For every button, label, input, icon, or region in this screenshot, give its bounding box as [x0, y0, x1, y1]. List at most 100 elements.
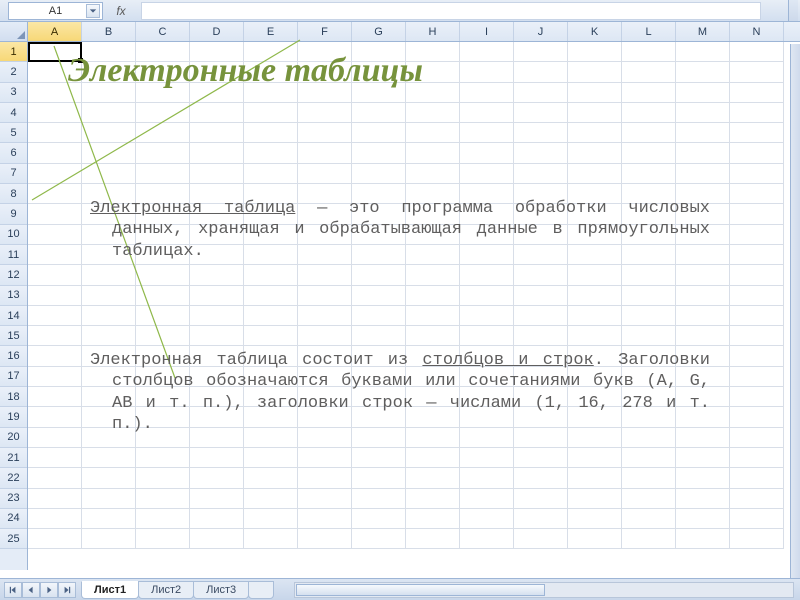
cell[interactable]: [730, 286, 784, 306]
cell[interactable]: [406, 164, 460, 184]
cell[interactable]: [28, 346, 82, 366]
cell[interactable]: [730, 489, 784, 509]
cell[interactable]: [244, 265, 298, 285]
cell[interactable]: [136, 468, 190, 488]
cell[interactable]: [514, 123, 568, 143]
cell[interactable]: [352, 468, 406, 488]
cell[interactable]: [82, 123, 136, 143]
cell[interactable]: [190, 143, 244, 163]
cell[interactable]: [28, 143, 82, 163]
cell[interactable]: [244, 286, 298, 306]
cell[interactable]: [676, 143, 730, 163]
cell[interactable]: [568, 306, 622, 326]
cell[interactable]: [298, 143, 352, 163]
cell[interactable]: [460, 123, 514, 143]
cell[interactable]: [82, 286, 136, 306]
row-header-10[interactable]: 10: [0, 225, 27, 245]
cell[interactable]: [298, 509, 352, 529]
cell[interactable]: [460, 103, 514, 123]
cell[interactable]: [676, 489, 730, 509]
row-header-19[interactable]: 19: [0, 407, 27, 427]
formula-input[interactable]: [141, 2, 761, 20]
cell[interactable]: [568, 123, 622, 143]
cell[interactable]: [568, 265, 622, 285]
sheet-tab[interactable]: Лист3: [193, 581, 249, 599]
cell[interactable]: [730, 83, 784, 103]
cell[interactable]: [136, 326, 190, 346]
cell[interactable]: [190, 265, 244, 285]
cell[interactable]: [406, 123, 460, 143]
cell[interactable]: [730, 245, 784, 265]
sheet-nav-first[interactable]: [4, 582, 22, 598]
cell[interactable]: [730, 143, 784, 163]
cell[interactable]: [622, 42, 676, 62]
cell[interactable]: [622, 265, 676, 285]
row-header-17[interactable]: 17: [0, 367, 27, 387]
column-header-C[interactable]: C: [136, 22, 190, 41]
cell[interactable]: [460, 164, 514, 184]
sheet-nav-prev[interactable]: [22, 582, 40, 598]
cell[interactable]: [460, 42, 514, 62]
cell[interactable]: [298, 448, 352, 468]
column-header-F[interactable]: F: [298, 22, 352, 41]
row-header-14[interactable]: 14: [0, 306, 27, 326]
cell[interactable]: [730, 428, 784, 448]
name-box[interactable]: A1: [8, 2, 103, 20]
cell[interactable]: [244, 123, 298, 143]
cell[interactable]: [406, 529, 460, 549]
cell[interactable]: [514, 448, 568, 468]
cell[interactable]: [406, 265, 460, 285]
cell[interactable]: [460, 62, 514, 82]
cell[interactable]: [244, 306, 298, 326]
cell[interactable]: [82, 164, 136, 184]
cell[interactable]: [730, 62, 784, 82]
cell[interactable]: [298, 123, 352, 143]
cell[interactable]: [514, 306, 568, 326]
cell[interactable]: [460, 326, 514, 346]
cell[interactable]: [298, 326, 352, 346]
cell[interactable]: [298, 286, 352, 306]
cell[interactable]: [730, 529, 784, 549]
column-header-J[interactable]: J: [514, 22, 568, 41]
cell[interactable]: [190, 306, 244, 326]
cell[interactable]: [622, 143, 676, 163]
cell[interactable]: [136, 306, 190, 326]
cell[interactable]: [298, 529, 352, 549]
cell[interactable]: [676, 103, 730, 123]
row-header-24[interactable]: 24: [0, 509, 27, 529]
cell[interactable]: [82, 489, 136, 509]
cell[interactable]: [676, 42, 730, 62]
cell[interactable]: [28, 448, 82, 468]
cell[interactable]: [352, 265, 406, 285]
cell[interactable]: [352, 529, 406, 549]
cell[interactable]: [730, 346, 784, 366]
cell[interactable]: [622, 489, 676, 509]
row-header-8[interactable]: 8: [0, 184, 27, 204]
cell[interactable]: [82, 468, 136, 488]
cell[interactable]: [244, 489, 298, 509]
cell[interactable]: [82, 326, 136, 346]
cell[interactable]: [730, 326, 784, 346]
cell[interactable]: [244, 326, 298, 346]
cell[interactable]: [190, 448, 244, 468]
cell[interactable]: [406, 509, 460, 529]
cell[interactable]: [514, 509, 568, 529]
cell[interactable]: [622, 123, 676, 143]
sheet-tab[interactable]: Лист1: [81, 581, 139, 599]
cell[interactable]: [82, 529, 136, 549]
cell[interactable]: [298, 489, 352, 509]
cell[interactable]: [244, 103, 298, 123]
cell[interactable]: [730, 448, 784, 468]
cell[interactable]: [298, 265, 352, 285]
cell[interactable]: [82, 265, 136, 285]
cell[interactable]: [460, 529, 514, 549]
cell[interactable]: [352, 286, 406, 306]
cell[interactable]: [406, 306, 460, 326]
row-header-18[interactable]: 18: [0, 387, 27, 407]
sheet-tab[interactable]: Лист2: [138, 581, 194, 599]
select-all-corner[interactable]: [0, 22, 27, 42]
cell[interactable]: [568, 143, 622, 163]
column-header-G[interactable]: G: [352, 22, 406, 41]
cell[interactable]: [406, 489, 460, 509]
cell[interactable]: [514, 489, 568, 509]
